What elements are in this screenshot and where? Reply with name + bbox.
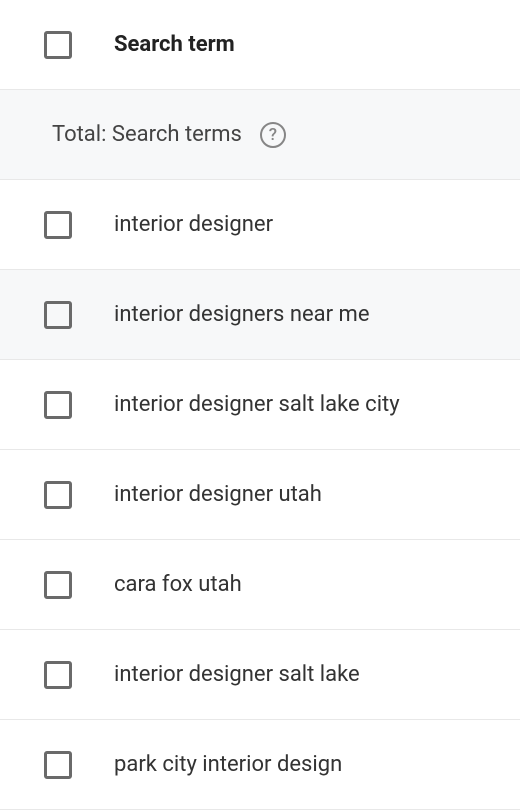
total-label: Total: Search terms xyxy=(52,122,242,147)
column-header-label: Search term xyxy=(114,32,235,57)
table-row: cara fox utah xyxy=(0,540,520,630)
table-row: interior designer xyxy=(0,180,520,270)
table-row: interior designer salt lake city xyxy=(0,360,520,450)
total-row: Total: Search terms ? xyxy=(0,90,520,180)
row-checkbox[interactable] xyxy=(44,481,72,509)
table-row: interior designers near me xyxy=(0,270,520,360)
row-checkbox[interactable] xyxy=(44,211,72,239)
table-row: park city interior design xyxy=(0,720,520,810)
row-checkbox[interactable] xyxy=(44,661,72,689)
search-term-cell: interior designer salt lake city xyxy=(114,392,400,417)
search-term-cell: cara fox utah xyxy=(114,572,242,597)
search-term-cell: interior designer utah xyxy=(114,482,322,507)
search-term-cell: interior designers near me xyxy=(114,302,370,327)
search-term-cell: interior designer salt lake xyxy=(114,662,360,687)
help-icon[interactable]: ? xyxy=(260,122,286,148)
row-checkbox[interactable] xyxy=(44,571,72,599)
select-all-checkbox[interactable] xyxy=(44,31,72,59)
row-checkbox[interactable] xyxy=(44,301,72,329)
row-checkbox[interactable] xyxy=(44,751,72,779)
column-header-row: Search term xyxy=(0,0,520,90)
search-term-cell: park city interior design xyxy=(114,752,342,777)
search-term-cell: interior designer xyxy=(114,212,273,237)
row-checkbox[interactable] xyxy=(44,391,72,419)
table-row: interior designer utah xyxy=(0,450,520,540)
table-row: interior designer salt lake xyxy=(0,630,520,720)
